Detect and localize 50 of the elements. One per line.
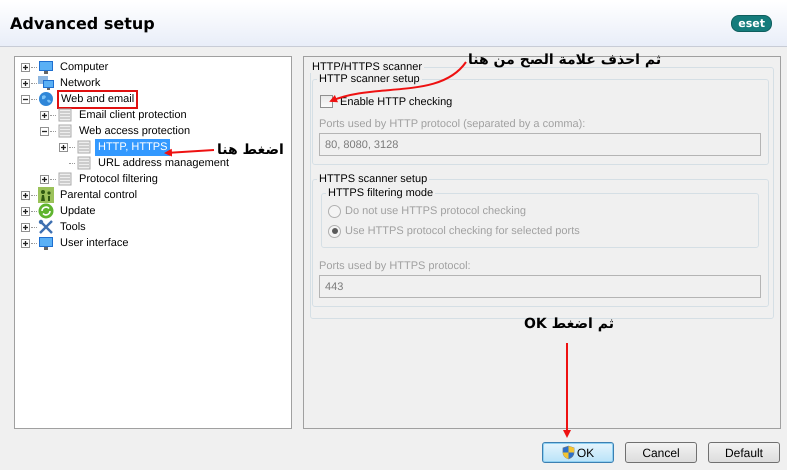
shield-icon: [562, 445, 575, 460]
dialog-button[interactable]: Cancel: [625, 442, 697, 463]
dialog-button[interactable]: OK: [542, 442, 614, 463]
field-label: Ports used by HTTPS protocol:: [319, 260, 472, 272]
tree-item[interactable]: Protocol filtering: [76, 170, 161, 188]
group-title: HTTP scanner setup: [318, 73, 421, 85]
list-icon: [57, 107, 73, 123]
expand-icon[interactable]: [59, 142, 68, 152]
group-title: HTTP/HTTPS scanner: [311, 61, 424, 73]
refresh-icon: [38, 203, 54, 219]
expand-icon[interactable]: [40, 110, 49, 120]
tree-item[interactable]: Tools: [57, 218, 89, 236]
dialog-button[interactable]: Default: [708, 442, 780, 463]
collapse-icon[interactable]: [40, 126, 49, 136]
tree-item[interactable]: Network: [57, 74, 104, 92]
group-title: HTTPS filtering mode: [327, 187, 434, 199]
tree-item[interactable]: Web and email: [57, 90, 138, 108]
radio-label: Do not use HTTPS protocol checking: [345, 205, 526, 217]
arrow: [164, 148, 214, 157]
tree-item[interactable]: Email client protection: [76, 106, 190, 124]
logo: eset: [731, 14, 772, 32]
monitor-icon: [38, 235, 54, 251]
tools-icon: [38, 219, 54, 235]
list-icon: [76, 155, 92, 171]
expand-icon[interactable]: [40, 174, 49, 184]
people-icon: [38, 187, 54, 203]
expand-icon[interactable]: [21, 222, 30, 232]
window-title: Advanced setup: [10, 14, 155, 32]
list-icon: [57, 123, 73, 139]
tree-item[interactable]: User interface: [57, 234, 132, 252]
tree-item[interactable]: Parental control: [57, 186, 140, 204]
group-title: HTTPS scanner setup: [318, 173, 428, 185]
annotation-text: ثم احذف علامة الصح من هنا: [468, 52, 662, 68]
expand-icon[interactable]: [21, 190, 30, 200]
tree-item[interactable]: Update: [57, 202, 98, 220]
network-icon: [38, 75, 54, 91]
tree-item[interactable]: Computer: [57, 58, 112, 76]
globe-icon: [38, 91, 54, 107]
expand-icon[interactable]: [21, 78, 30, 88]
expand-icon[interactable]: [21, 206, 30, 216]
radio-label: Use HTTPS protocol checking for selected ports: [345, 225, 580, 237]
collapse-icon[interactable]: [21, 94, 30, 104]
field-label: Ports used by HTTP protocol (separated by a comma):: [319, 118, 586, 130]
list-icon: [57, 171, 73, 187]
monitor-icon: [38, 59, 54, 75]
annotation-text: ثم اضغط OK: [524, 316, 614, 332]
tree-item[interactable]: Web access protection: [76, 122, 194, 140]
expand-icon[interactable]: [21, 62, 30, 72]
list-icon: [76, 139, 92, 155]
expand-icon[interactable]: [21, 238, 30, 248]
